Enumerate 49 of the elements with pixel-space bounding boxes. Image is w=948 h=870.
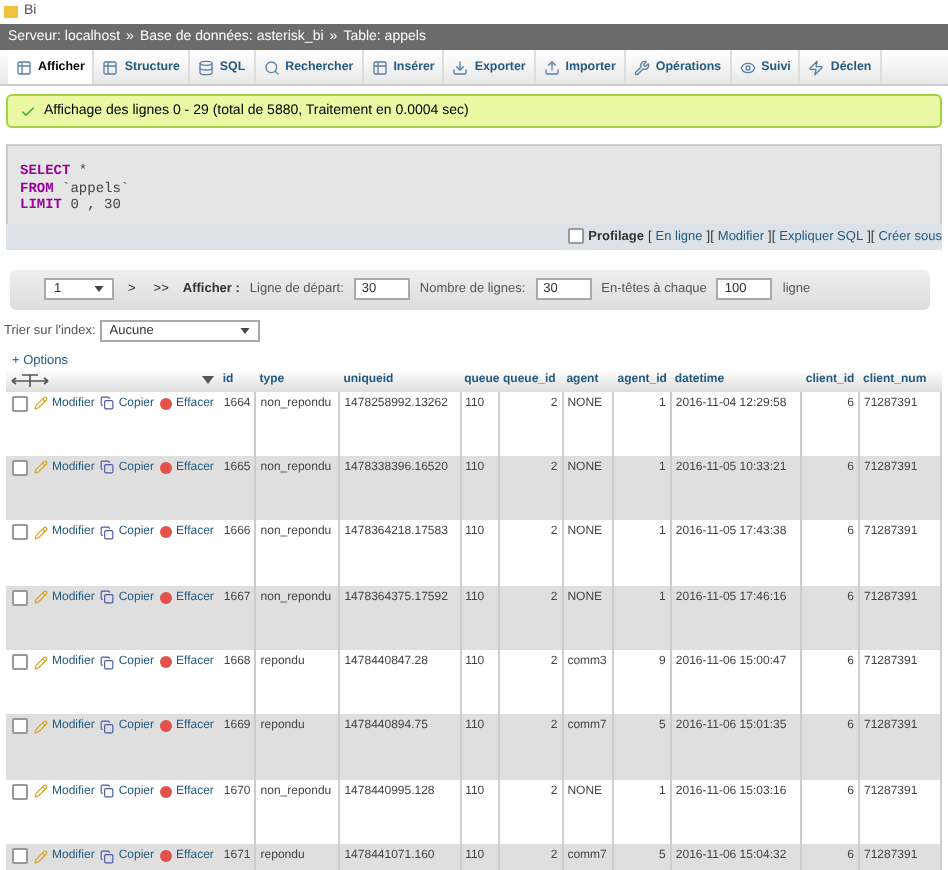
pencil-icon bbox=[34, 525, 48, 540]
column-resize-icon[interactable] bbox=[10, 373, 50, 387]
check-icon bbox=[20, 103, 36, 119]
pencil-icon bbox=[34, 590, 48, 605]
upload-icon bbox=[543, 59, 560, 75]
row-checkbox[interactable] bbox=[12, 395, 28, 411]
row-checkbox[interactable] bbox=[12, 718, 28, 735]
table-icon bbox=[102, 59, 119, 75]
delete-icon bbox=[160, 461, 173, 474]
caret-icon[interactable] bbox=[202, 376, 215, 384]
row-checkbox[interactable] bbox=[12, 524, 28, 541]
pencil-icon bbox=[34, 396, 48, 410]
copy-icon bbox=[100, 396, 115, 410]
eye-icon bbox=[739, 59, 756, 75]
caret-icon bbox=[239, 327, 250, 333]
row-checkbox[interactable] bbox=[12, 589, 28, 606]
delete-icon bbox=[160, 397, 173, 409]
delete-icon bbox=[160, 850, 173, 863]
pencil-icon bbox=[34, 719, 48, 734]
row-checkbox[interactable] bbox=[12, 783, 28, 800]
table-icon bbox=[371, 59, 388, 75]
row-checkbox[interactable] bbox=[12, 459, 28, 476]
pencil-icon bbox=[34, 784, 48, 799]
profiling-checkbox[interactable] bbox=[568, 228, 585, 244]
delete-icon bbox=[160, 526, 173, 539]
search-icon bbox=[263, 59, 280, 75]
copy-icon bbox=[100, 849, 115, 864]
copy-icon bbox=[100, 525, 115, 540]
copy-icon bbox=[100, 784, 115, 799]
delete-icon bbox=[160, 656, 173, 669]
caret-icon bbox=[94, 286, 104, 292]
wrench-icon bbox=[633, 59, 650, 75]
copy-icon bbox=[100, 460, 115, 475]
delete-icon bbox=[160, 720, 173, 733]
pencil-icon bbox=[34, 460, 48, 475]
row-checkbox[interactable] bbox=[12, 654, 28, 671]
table-icon bbox=[16, 59, 32, 75]
row-checkbox[interactable] bbox=[12, 848, 28, 865]
pencil-icon bbox=[34, 849, 48, 864]
delete-icon bbox=[160, 785, 173, 798]
delete-icon bbox=[160, 591, 173, 604]
folder-icon bbox=[4, 5, 18, 17]
copy-icon bbox=[100, 590, 115, 605]
lightning-icon bbox=[808, 59, 825, 75]
copy-icon bbox=[100, 719, 115, 734]
download-icon bbox=[452, 59, 469, 75]
database-icon bbox=[197, 59, 214, 75]
pencil-icon bbox=[34, 655, 48, 670]
copy-icon bbox=[100, 655, 115, 670]
